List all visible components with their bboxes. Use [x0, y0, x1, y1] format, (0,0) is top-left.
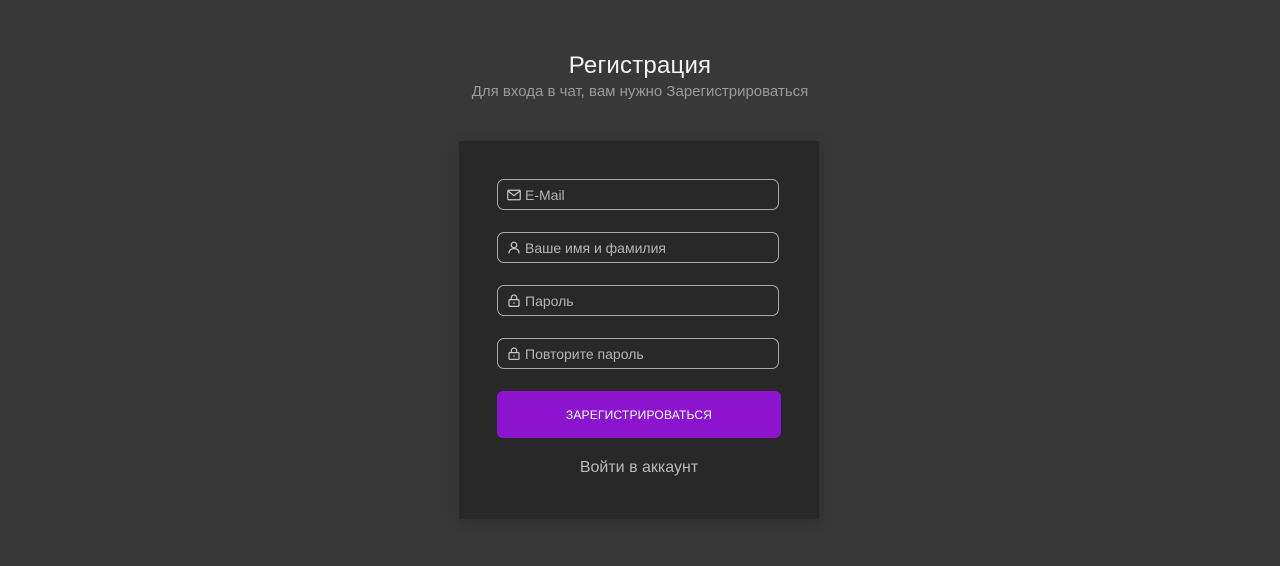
registration-card: ЗАРЕГИСТРИРОВАТЬСЯ Войти в аккаунт [459, 141, 819, 519]
page-title: Регистрация [568, 52, 712, 79]
login-link[interactable]: Войти в аккаунт [459, 459, 819, 477]
lock-icon [507, 294, 521, 308]
email-input[interactable] [525, 180, 778, 209]
fullname-field[interactable] [497, 232, 779, 263]
password-input[interactable] [525, 286, 778, 315]
lock-icon [507, 347, 521, 361]
repeat-password-field[interactable] [497, 338, 779, 369]
fullname-input[interactable] [525, 233, 778, 262]
page-header: Регистрация Для входа в чат, вам нужно З… [0, 52, 1280, 102]
register-button[interactable]: ЗАРЕГИСТРИРОВАТЬСЯ [497, 391, 781, 438]
page-subtitle: Для входа в чат, вам нужно Зарегистриров… [471, 83, 809, 100]
repeat-password-input[interactable] [525, 339, 778, 368]
email-field[interactable] [497, 179, 779, 210]
password-field[interactable] [497, 285, 779, 316]
mail-icon [507, 188, 521, 202]
user-icon [507, 241, 521, 255]
